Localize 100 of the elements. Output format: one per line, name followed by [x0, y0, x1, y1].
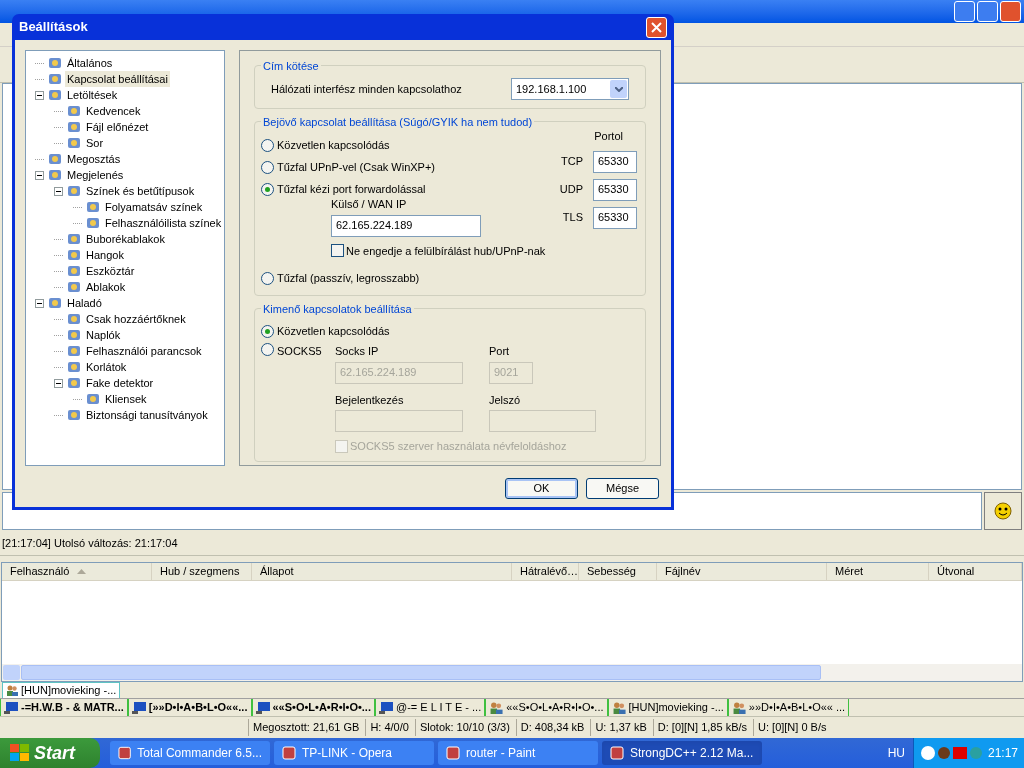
tree-item[interactable]: Kliensek: [103, 390, 149, 408]
app-icon: [446, 746, 460, 760]
dialog-button[interactable]: Mégse: [586, 478, 659, 499]
column-header[interactable]: Útvonal: [929, 563, 1022, 580]
column-header[interactable]: Állapot: [252, 563, 512, 580]
taskbar-button[interactable]: Total Commander 6.5...: [110, 741, 270, 765]
tree-item[interactable]: Fájl előnézet: [84, 118, 151, 136]
checkbox-label[interactable]: Ne engedje a felülbírálást hub/UPnP-nak: [346, 242, 546, 259]
tree-item[interactable]: Általános: [65, 54, 115, 72]
tree-item[interactable]: Sor: [84, 134, 106, 152]
hub-tab[interactable]: [»»D•I•A•B•L•O««...: [127, 699, 252, 716]
collapse-toggle-icon[interactable]: [54, 378, 63, 388]
hub-tab[interactable]: [HUN]movieking -...: [607, 699, 728, 716]
login-field[interactable]: [335, 410, 463, 432]
column-header[interactable]: Hub / szegmens: [152, 563, 252, 580]
radio-label[interactable]: Tűzfal (passzív, legrosszabb): [277, 269, 420, 287]
radio-button[interactable]: [261, 343, 274, 356]
collapse-toggle-icon[interactable]: [54, 186, 63, 196]
chevron-down-icon: [614, 86, 623, 92]
collapse-toggle-icon[interactable]: [35, 298, 44, 308]
tree-item[interactable]: Folyamatsáv színek: [103, 198, 205, 216]
hub-tab[interactable]: ««S•O•L•A•R•I•O•...: [251, 699, 375, 716]
hub-tab[interactable]: [HUN]movieking -...: [2, 682, 121, 698]
tree-item[interactable]: Felhasználói parancsok: [84, 342, 204, 360]
tree-item[interactable]: Megjelenés: [65, 166, 126, 184]
column-header[interactable]: Hátralévő…: [512, 563, 579, 580]
radio-button[interactable]: [261, 182, 274, 196]
port-field[interactable]: 65330: [593, 150, 637, 173]
checkbox[interactable]: [331, 244, 344, 258]
close-button[interactable]: [646, 16, 667, 38]
radio-button[interactable]: [261, 324, 274, 338]
taskbar-button[interactable]: StrongDC++ 2.12 Ma...: [602, 741, 762, 765]
restore-button[interactable]: [977, 1, 998, 22]
tree-item[interactable]: Fake detektor: [84, 374, 156, 392]
radio-button[interactable]: [261, 271, 274, 285]
radio-label[interactable]: Tűzfal kézi port forwardolással: [277, 180, 426, 198]
column-header[interactable]: Felhasználó: [2, 563, 152, 580]
tree-item[interactable]: Felhasználóilista színek: [103, 214, 224, 232]
tree-item[interactable]: Letöltések: [65, 86, 120, 104]
settings-page-icon: [86, 392, 100, 406]
app-icon: [610, 746, 624, 760]
tree-item[interactable]: Ablakok: [84, 278, 128, 296]
collapse-toggle-icon[interactable]: [35, 170, 44, 180]
tree-item[interactable]: Biztonsági tanusítványok: [84, 406, 210, 424]
hub-tab[interactable]: ««S•O•L•A•R•I•O•...: [485, 699, 608, 716]
settings-page-icon: [67, 328, 81, 342]
start-button[interactable]: Start: [0, 738, 100, 768]
clock: 21:17: [987, 745, 1018, 762]
tree-item[interactable]: Színek és betűtípusok: [84, 182, 197, 200]
monitor-icon: [131, 701, 146, 714]
settings-page-icon: [67, 408, 81, 422]
tree-item[interactable]: Csak hozzáértőknek: [84, 310, 188, 328]
settings-page-icon: [67, 248, 81, 262]
settings-page-icon: [48, 296, 62, 310]
ports-heading: Portol: [594, 129, 623, 144]
radio-button[interactable]: [261, 160, 274, 174]
column-header[interactable]: Fájlnév: [657, 563, 827, 580]
horizontal-scrollbar[interactable]: [2, 664, 1022, 681]
status-bar-field: D: [0][N] 1,85 kB/s: [652, 719, 752, 736]
tree-item[interactable]: Korlátok: [84, 358, 129, 376]
minimize-button[interactable]: [954, 1, 975, 22]
monitor-icon: [255, 701, 270, 714]
password-field[interactable]: [489, 410, 596, 432]
dialog-button[interactable]: OK: [505, 478, 578, 499]
hub-tab[interactable]: »»D•I•A•B•L•O«« ...: [727, 699, 850, 716]
settings-page-icon: [48, 152, 62, 166]
radio-label[interactable]: SOCKS5: [277, 343, 322, 360]
column-header[interactable]: Sebesség: [579, 563, 657, 580]
port-field[interactable]: 65330: [593, 178, 637, 201]
tree-item[interactable]: Hangok: [84, 246, 126, 264]
radio-label[interactable]: Közvetlen kapcsolódás: [277, 322, 390, 340]
tree-item[interactable]: Megosztás: [65, 150, 123, 168]
hub-tab[interactable]: @-= E L I T E - ...: [375, 699, 486, 716]
taskbar-button[interactable]: TP-LINK - Opera: [274, 741, 434, 765]
taskbar-button[interactable]: router - Paint: [438, 741, 598, 765]
tree-item[interactable]: Haladó: [65, 294, 104, 312]
tray-icons-drawing[interactable]: [919, 745, 984, 761]
tree-item[interactable]: Buborékablakok: [84, 230, 167, 248]
settings-page-icon: [67, 264, 81, 278]
language-indicator[interactable]: HU: [887, 744, 905, 762]
radio-label[interactable]: Közvetlen kapcsolódás: [277, 136, 390, 154]
column-header[interactable]: Méret: [827, 563, 929, 580]
settings-page-icon: [48, 88, 62, 102]
emoticon-button[interactable]: [984, 492, 1022, 530]
smiley-icon: [994, 502, 1012, 520]
tree-item[interactable]: Naplók: [84, 326, 123, 344]
collapse-toggle-icon[interactable]: [35, 90, 44, 100]
close-button[interactable]: [1000, 1, 1021, 22]
wan-ip-field[interactable]: 62.165.224.189: [331, 214, 481, 237]
status-bar-field: D: 408,34 kB: [515, 719, 589, 736]
settings-page-icon: [67, 344, 81, 358]
tree-item[interactable]: Kedvencek: [84, 102, 143, 120]
port-field[interactable]: 65330: [593, 206, 637, 229]
tree-item[interactable]: Eszköztár: [84, 262, 137, 280]
radio-button[interactable]: [261, 138, 274, 152]
port-label: UDP: [559, 182, 583, 198]
tree-item[interactable]: Kapcsolat beállításai: [65, 70, 170, 88]
radio-label[interactable]: Tűzfal UPnP-vel (Csak WinXP+): [277, 158, 435, 176]
ip-dropdown[interactable]: 192.168.1.100: [511, 78, 629, 100]
hub-tab[interactable]: -=H.W.B - & MATR...: [0, 699, 128, 716]
